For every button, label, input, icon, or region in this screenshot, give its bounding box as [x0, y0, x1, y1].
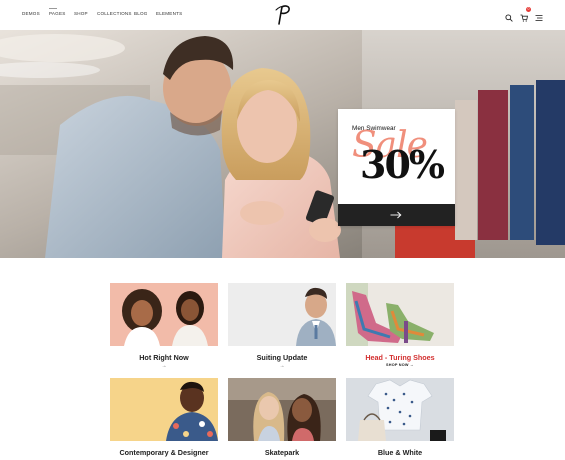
- nav-item-shop[interactable]: SHOP: [74, 11, 88, 16]
- category-image[interactable]: [228, 378, 336, 441]
- category-title[interactable]: Contemporary & Designer: [110, 448, 218, 457]
- arrow-right-icon: [390, 211, 402, 219]
- nav-label: DEMOS: [22, 11, 40, 16]
- shop-now-link[interactable]: SHOP NOW →: [346, 363, 454, 367]
- nav-label: BLOG: [134, 11, 148, 16]
- promo-title: Men Swimwear: [352, 125, 396, 132]
- nav-label: SHOP: [74, 11, 88, 16]
- category-card-skatepark[interactable]: Skatepark: [228, 378, 336, 457]
- category-link-arrow-icon[interactable]: →: [110, 363, 218, 369]
- category-image[interactable]: [228, 283, 336, 346]
- category-card-head-turing-shoes[interactable]: Head - Turing Shoes SHOP NOW →: [346, 283, 454, 367]
- category-image[interactable]: [346, 283, 454, 346]
- site-logo[interactable]: [273, 4, 293, 26]
- promo-card[interactable]: Sale Men Swimwear 30%: [338, 109, 455, 226]
- category-title[interactable]: Hot Right Now: [110, 353, 218, 362]
- category-card-blue-white[interactable]: Blue & White: [346, 378, 454, 457]
- nav-label: ELEMENTS: [156, 11, 183, 16]
- nav-item-demos[interactable]: DEMOS: [22, 11, 40, 16]
- hero-banner[interactable]: Sale Men Swimwear 30%: [0, 30, 565, 258]
- promo-discount: 30%: [360, 142, 445, 187]
- nav-item-blog[interactable]: BLOG: [134, 11, 148, 16]
- category-link-arrow-icon[interactable]: →: [228, 363, 336, 369]
- category-card-hot-right-now[interactable]: Hot Right Now →: [110, 283, 218, 369]
- search-icon[interactable]: [505, 9, 513, 22]
- site-header: DEMOS PAGES SHOP COLLECTIONS BLOG ELEMEN…: [0, 0, 565, 30]
- header-icons: 0: [505, 7, 543, 22]
- nav-label: PAGES: [49, 11, 66, 16]
- category-title[interactable]: Skatepark: [228, 448, 336, 457]
- menu-icon[interactable]: [535, 9, 543, 21]
- category-title[interactable]: Blue & White: [346, 448, 454, 457]
- nav-item-elements[interactable]: ELEMENTS: [156, 11, 182, 16]
- nav-item-collections[interactable]: COLLECTIONS: [97, 11, 132, 16]
- category-image[interactable]: [346, 378, 454, 441]
- cart-count-badge: 0: [526, 7, 531, 12]
- nav-label: COLLECTIONS: [97, 11, 132, 16]
- category-title[interactable]: Head - Turing Shoes: [346, 353, 454, 362]
- logo-mark-icon: [275, 5, 290, 25]
- nav-item-pages[interactable]: PAGES: [49, 8, 66, 16]
- category-title[interactable]: Suiting Update: [228, 353, 336, 362]
- category-image[interactable]: [110, 283, 218, 346]
- category-card-suiting-update[interactable]: Suiting Update →: [228, 283, 336, 369]
- category-image[interactable]: [110, 378, 218, 441]
- cart-icon[interactable]: 0: [520, 7, 531, 22]
- hero-image: [0, 30, 565, 258]
- promo-shop-button[interactable]: [338, 204, 455, 226]
- category-card-contemporary-designer[interactable]: Contemporary & Designer: [110, 378, 218, 457]
